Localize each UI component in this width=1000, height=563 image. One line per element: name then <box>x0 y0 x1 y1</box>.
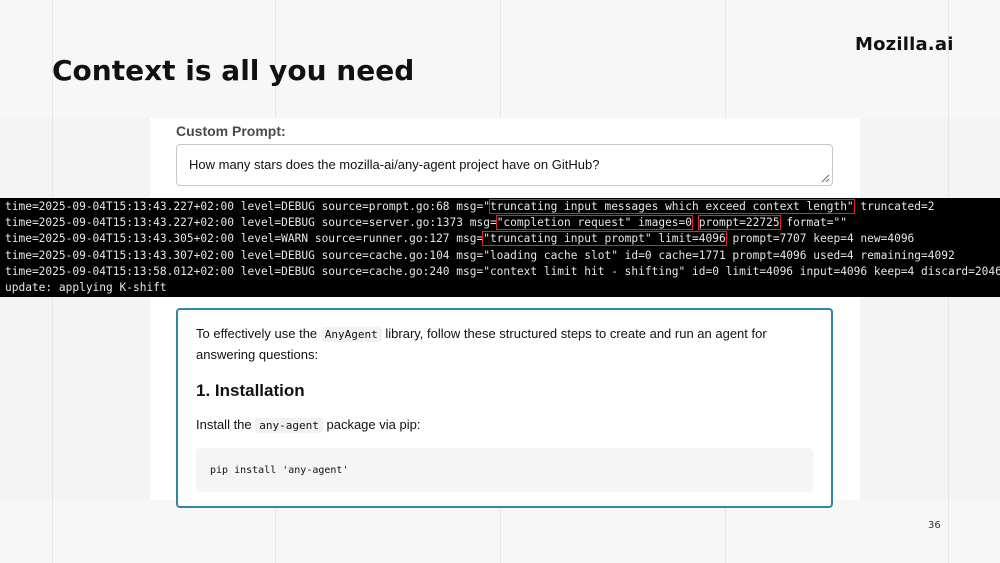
log-line: time=2025-09-04T15:13:43.227+02:00 level… <box>5 215 1000 231</box>
code-text: pip install 'any-agent' <box>210 465 349 476</box>
log-highlight: truncating input messages which exceed c… <box>488 199 855 214</box>
log-line: update: applying K-shift <box>5 280 1000 296</box>
screenshot-panel: Custom Prompt: How many stars does the m… <box>150 118 860 508</box>
brand-logo: Mozilla.ai <box>855 34 954 55</box>
slide-title: Context is all you need <box>52 54 415 87</box>
page-number: 36 <box>928 520 941 531</box>
debug-log-terminal: time=2025-09-04T15:13:43.227+02:00 level… <box>0 198 1000 297</box>
log-text: update: applying K-shift <box>5 280 167 294</box>
custom-prompt-input[interactable]: How many stars does the mozilla-ai/any-a… <box>176 144 833 186</box>
response-text: Install the <box>196 417 256 432</box>
response-heading: 1. Installation <box>196 381 305 400</box>
log-text: time=2025-09-04T15:13:43.307+02:00 level… <box>5 248 955 262</box>
resize-handle-icon[interactable] <box>820 173 830 183</box>
response-text: package via pip: <box>322 417 421 432</box>
log-text: time=2025-09-04T15:13:43.305+02:00 level… <box>5 232 484 246</box>
log-text: time=2025-09-04T15:13:43.227+02:00 level… <box>5 216 497 230</box>
agent-response: To effectively use the AnyAgent library,… <box>176 308 833 508</box>
inline-code: AnyAgent <box>320 327 382 342</box>
log-highlight: "truncating input prompt" limit=4096 <box>482 231 727 247</box>
log-line: time=2025-09-04T15:13:43.307+02:00 level… <box>5 248 1000 264</box>
log-highlight: prompt=22725 <box>697 215 781 231</box>
log-text: truncated=2 <box>853 200 935 213</box>
inline-code: any-agent <box>255 418 323 433</box>
log-highlight: "completion request" images=0 <box>495 215 694 231</box>
response-install-text: Install the any-agent package via pip: <box>196 415 813 436</box>
log-text: time=2025-09-04T15:13:58.012+02:00 level… <box>5 264 1000 278</box>
log-line: time=2025-09-04T15:13:43.227+02:00 level… <box>5 199 1000 215</box>
log-text: prompt=7707 keep=4 new=4096 <box>725 232 915 246</box>
custom-prompt-text: How many stars does the mozilla-ai/any-a… <box>189 157 600 172</box>
log-line: time=2025-09-04T15:13:43.305+02:00 level… <box>5 231 1000 247</box>
response-intro: To effectively use the AnyAgent library,… <box>196 324 813 365</box>
log-line: time=2025-09-04T15:13:58.012+02:00 level… <box>5 264 1000 280</box>
response-text: To effectively use the <box>196 326 321 341</box>
log-text: format="" <box>779 216 847 230</box>
code-block: pip install 'any-agent' <box>196 448 813 492</box>
custom-prompt-label: Custom Prompt: <box>176 123 286 139</box>
log-text: time=2025-09-04T15:13:43.227+02:00 level… <box>5 200 490 213</box>
